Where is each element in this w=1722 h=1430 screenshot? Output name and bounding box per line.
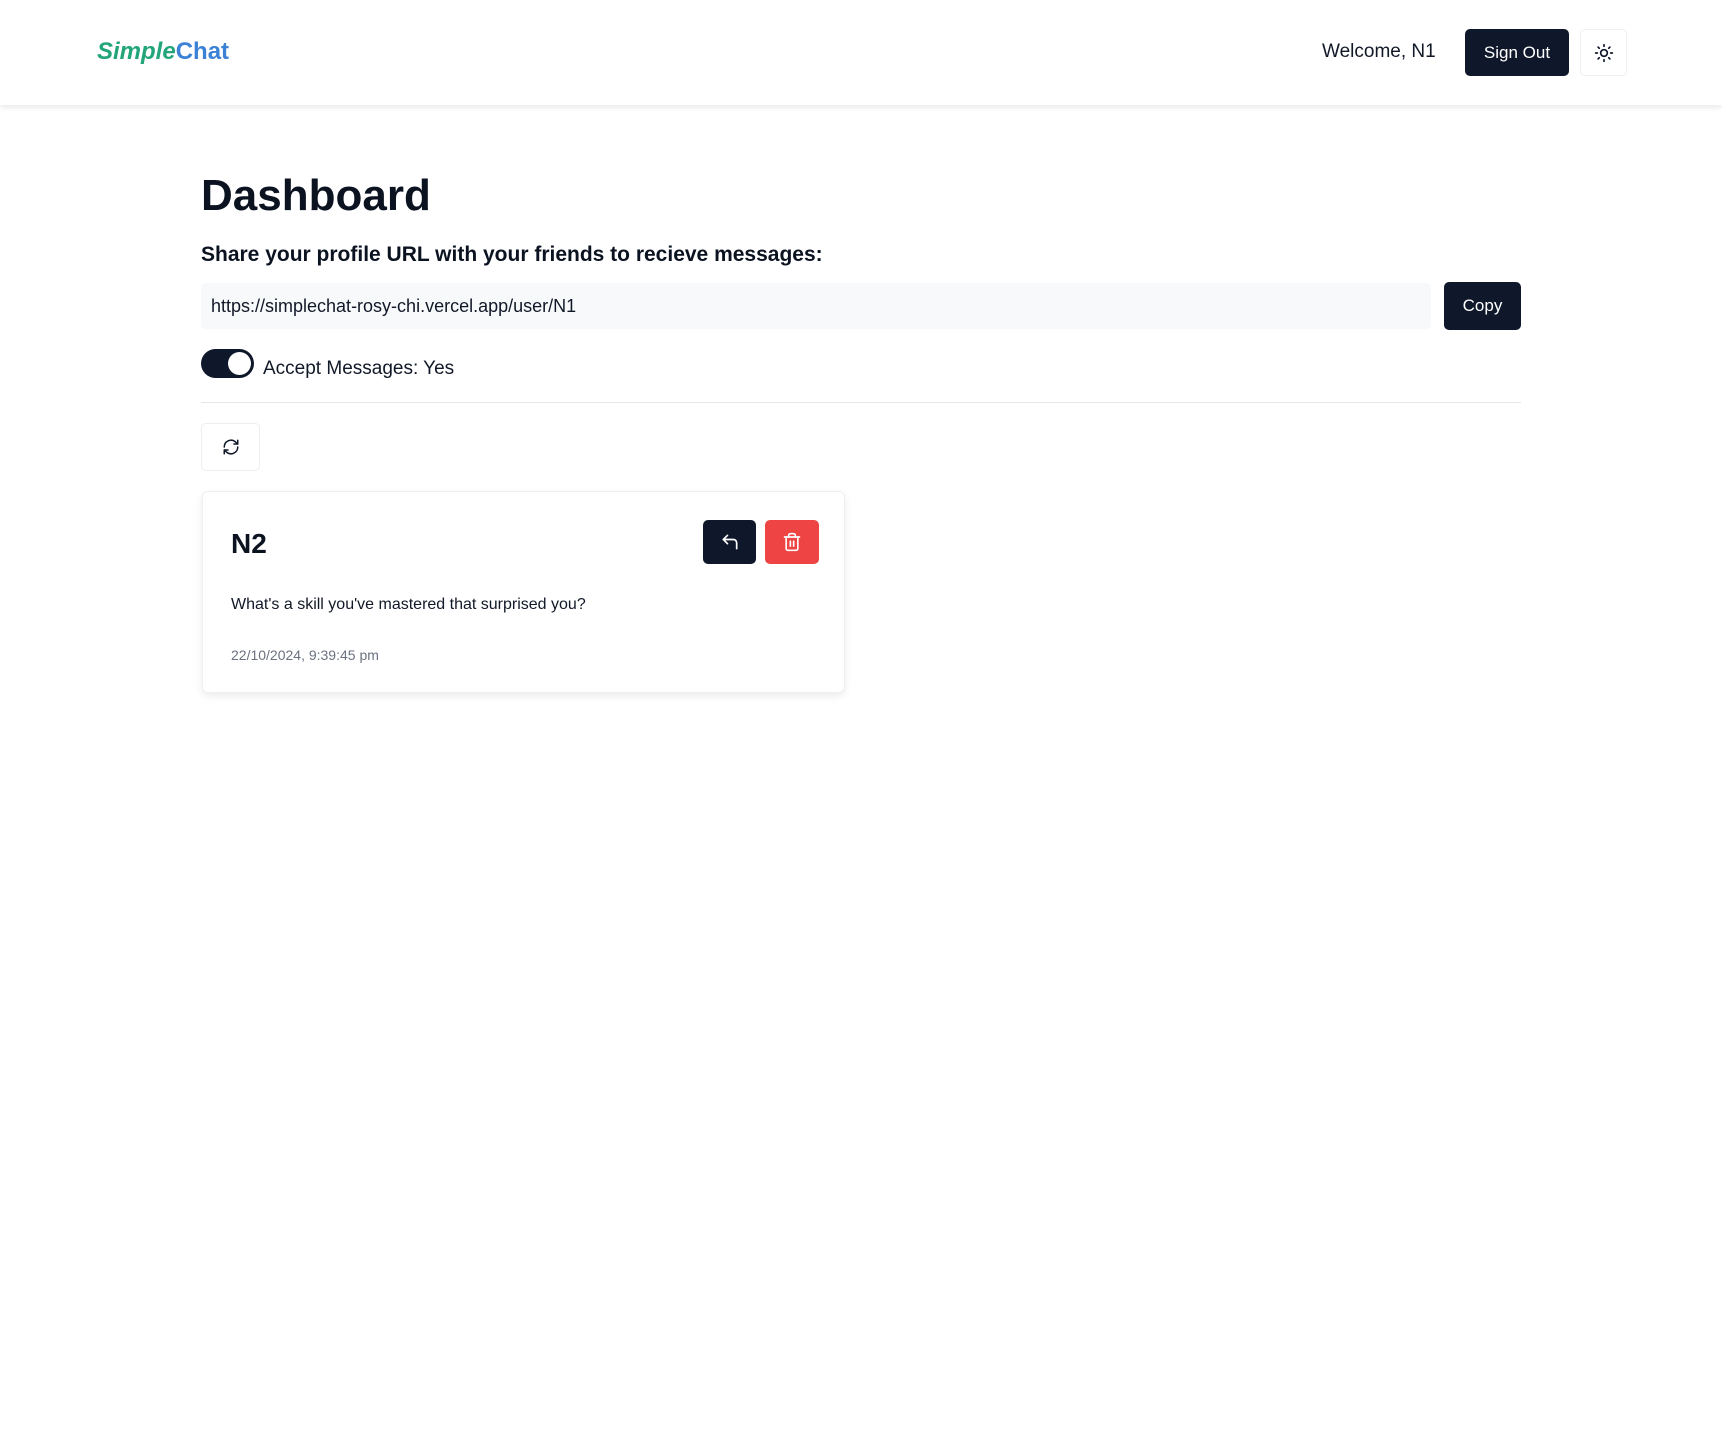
welcome-text: Welcome, N1 xyxy=(1322,41,1436,62)
page-title: Dashboard xyxy=(201,171,431,220)
logo-simple-text: Simple xyxy=(97,38,176,65)
accept-messages-label: Accept Messages: Yes xyxy=(263,358,455,379)
app-logo[interactable]: SimpleChat xyxy=(97,34,229,70)
share-url-heading: Share your profile URL with your friends… xyxy=(201,243,823,266)
sun-icon xyxy=(1594,43,1613,62)
reply-icon xyxy=(722,534,737,550)
refresh-messages-button[interactable] xyxy=(201,423,260,471)
delete-button[interactable] xyxy=(765,520,819,564)
switch-knob xyxy=(228,352,251,375)
trash-icon xyxy=(783,532,801,552)
copy-url-button[interactable]: Copy xyxy=(1444,282,1521,330)
reply-button[interactable] xyxy=(703,520,756,564)
message-content: What's a skill you've mastered that surp… xyxy=(231,596,586,613)
top-navbar: SimpleChat Welcome, N1 Sign Out xyxy=(0,0,1722,105)
accept-messages-switch[interactable] xyxy=(201,349,254,378)
profile-url-input[interactable] xyxy=(201,283,1431,329)
message-timestamp: 22/10/2024, 9:39:45 pm xyxy=(231,647,379,663)
refresh-icon xyxy=(223,439,238,455)
logo-chat-text: Chat xyxy=(175,38,230,65)
section-divider xyxy=(201,402,1521,403)
sign-out-button[interactable]: Sign Out xyxy=(1465,29,1569,76)
message-card: N2 What's a skill you've mastered that s… xyxy=(202,491,845,693)
message-sender: N2 xyxy=(231,528,267,559)
theme-toggle-button[interactable] xyxy=(1580,29,1627,76)
